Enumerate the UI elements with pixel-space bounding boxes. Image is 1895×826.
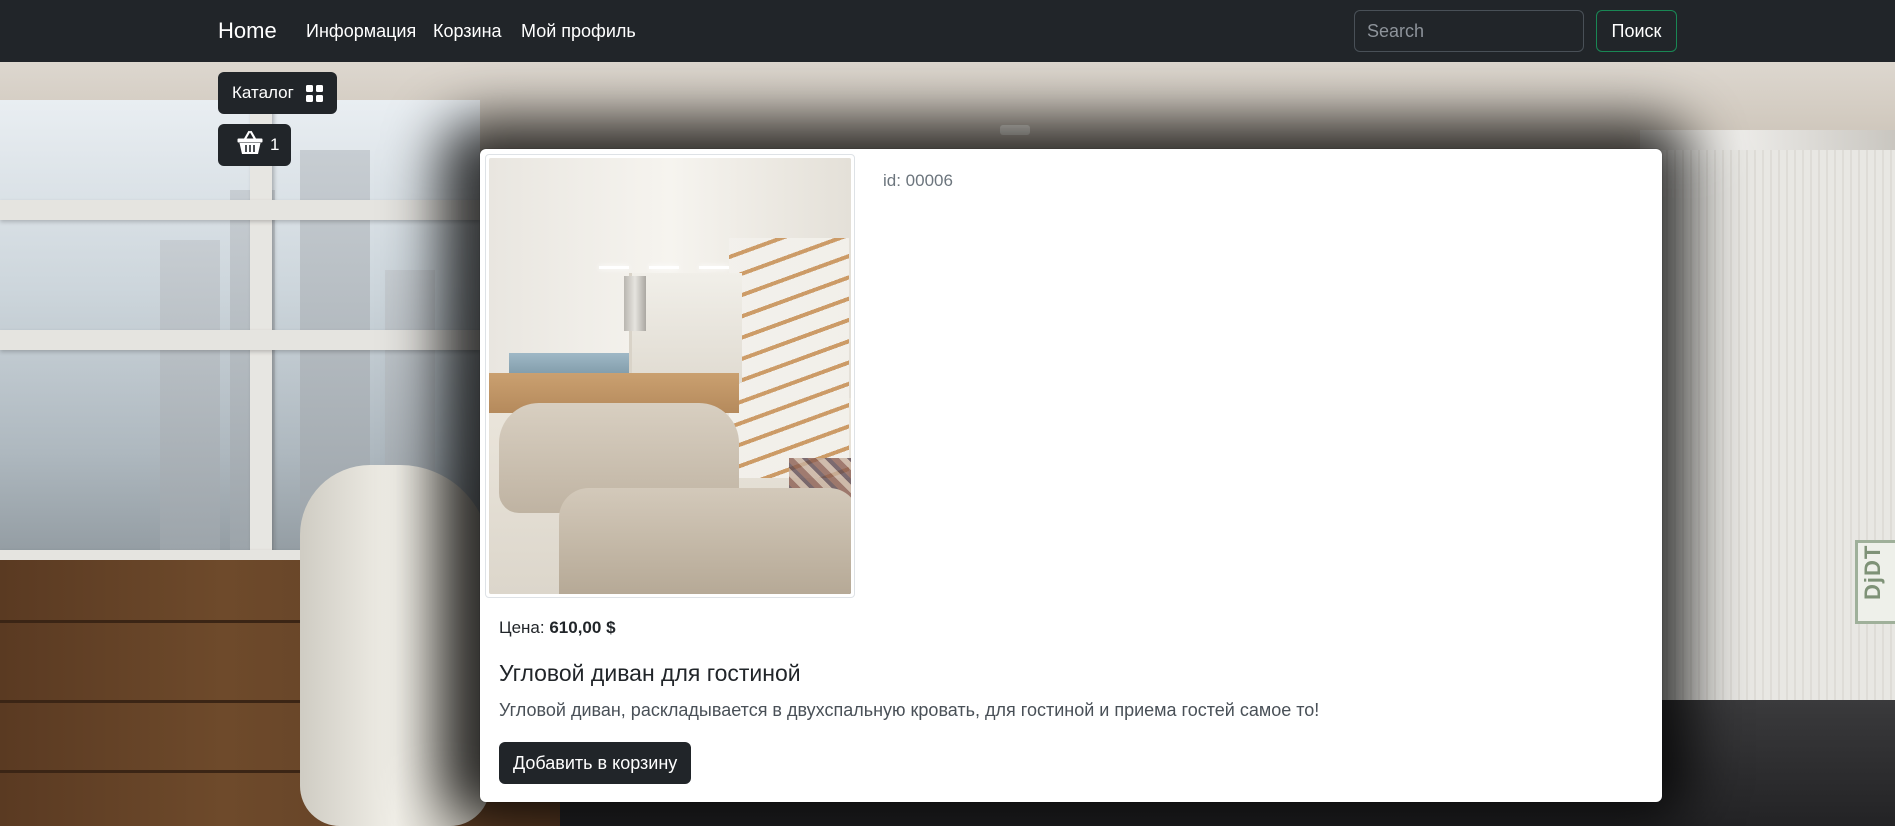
- nav-link-profile[interactable]: Мой профиль: [521, 21, 636, 42]
- catalog-label: Каталог: [232, 83, 294, 102]
- product-card: id: 00006 Цена: 610,00 $ Угловой диван д…: [480, 149, 1662, 802]
- wall-sign-text: DjDT: [1860, 544, 1885, 600]
- product-id: id: 00006: [883, 171, 953, 190]
- wall-panel: [1660, 150, 1895, 750]
- price-label: Цена:: [499, 618, 545, 637]
- nav-link-cart[interactable]: Корзина: [433, 21, 502, 42]
- search-input[interactable]: [1354, 10, 1584, 52]
- grid-icon: [305, 84, 323, 102]
- catalog-button[interactable]: Каталог: [218, 72, 337, 114]
- product-photo-sofa: [489, 158, 851, 594]
- product-price: Цена: 610,00 $: [499, 618, 616, 638]
- price-value: 610,00 $: [549, 618, 616, 637]
- search-button[interactable]: Поиск: [1596, 10, 1677, 52]
- product-image: [485, 154, 855, 598]
- cart-count: 1: [270, 135, 280, 154]
- add-to-cart-button[interactable]: Добавить в корзину: [499, 742, 692, 784]
- cart-button[interactable]: 1: [218, 124, 292, 166]
- basket-icon: [236, 130, 264, 161]
- brand-home-link[interactable]: Home: [218, 18, 277, 44]
- window-frame: [0, 330, 480, 350]
- product-title: Угловой диван для гостиной: [499, 660, 801, 686]
- navbar: Home Информация Корзина Мой профиль Поис…: [0, 0, 1895, 62]
- nav-link-info[interactable]: Информация: [306, 21, 416, 42]
- window-frame: [0, 200, 480, 220]
- product-description: Угловой диван, раскладывается в двухспал…: [499, 700, 1320, 720]
